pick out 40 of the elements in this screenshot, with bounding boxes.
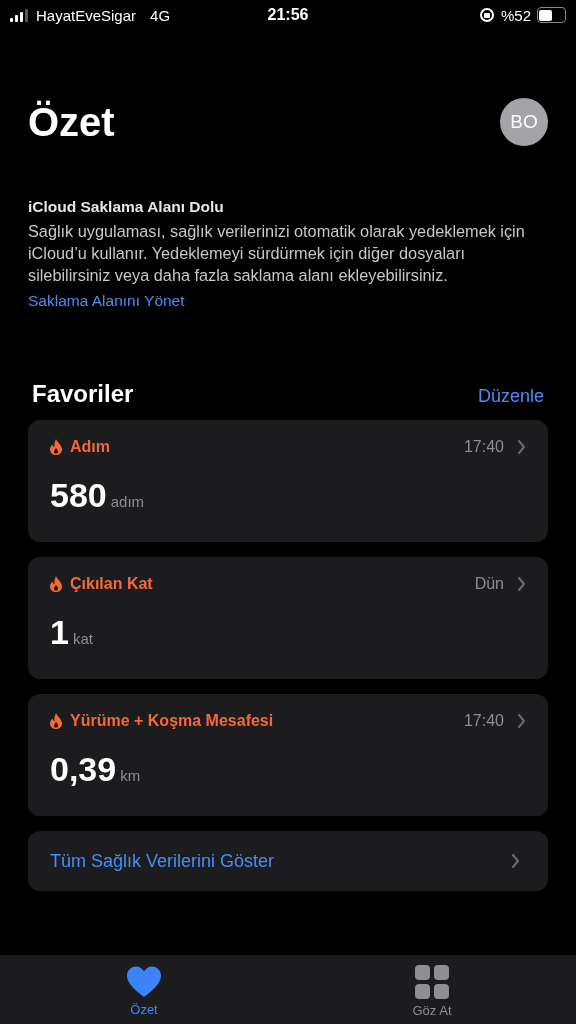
notice-text: Sağlık uygulaması, sağlık verilerinizi otomatik olarak yedeklemek için iCloud’u kullanır. Yedeklemeyi sürdürmek için diğer dosyaları silebilirsiniz veya daha fazla saklama alanı ekleyebilirsiniz. [28, 221, 526, 286]
metric-card[interactable]: Yürüme + Koşma Mesafesi 17:40 0,39 km [28, 694, 548, 816]
grid-icon [415, 965, 449, 999]
signal-icon [10, 8, 28, 22]
metric-card[interactable]: Çıkılan Kat Dün 1 kat [28, 557, 548, 679]
metric-time: 17:40 [463, 438, 504, 456]
flame-icon [50, 439, 62, 455]
metric-value: 1 [50, 613, 69, 652]
metric-time: 17:40 [463, 712, 504, 730]
chevron-icon [518, 714, 526, 728]
battery-percent: %52 [500, 6, 531, 24]
flame-icon [50, 576, 62, 592]
metric-time: Dün [474, 575, 504, 593]
metric-unit: kat [72, 630, 93, 647]
metric-label: Çıkılan Kat [70, 575, 153, 593]
clock: 21:56 [267, 6, 309, 24]
metric-card[interactable]: Adım 17:40 580 adım [28, 420, 548, 542]
carrier-name: HayatEveSigar [36, 6, 137, 24]
section-title: Favoriler [32, 380, 134, 408]
chevron-icon [518, 440, 526, 454]
metric-label: Yürüme + Koşma Mesafesi [70, 712, 274, 730]
chevron-icon [512, 854, 520, 868]
manage-storage-link[interactable]: Saklama Alanını Yönet [28, 292, 185, 309]
metric-unit: km [120, 767, 141, 784]
tab-item[interactable]: Özet [84, 955, 204, 1024]
edit-link[interactable]: Düzenle [477, 386, 544, 407]
heart-icon [126, 965, 162, 998]
battery-icon [537, 7, 566, 23]
metric-label: Adım [70, 438, 110, 456]
show-all-button[interactable]: Tüm Sağlık Verilerini Göster [28, 831, 548, 891]
metric-unit: adım [110, 493, 145, 510]
rotation-lock-icon [478, 7, 495, 23]
metric-value: 0,39 [50, 750, 117, 789]
metric-value: 580 [50, 476, 107, 515]
chevron-icon [518, 577, 526, 591]
page-title: Özet [28, 99, 115, 145]
notice-title: iCloud Saklama Alanı Dolu [28, 198, 225, 216]
flame-icon [50, 713, 62, 729]
network-type: 4G [150, 6, 171, 24]
tab-item[interactable]: Göz At [372, 955, 492, 1024]
